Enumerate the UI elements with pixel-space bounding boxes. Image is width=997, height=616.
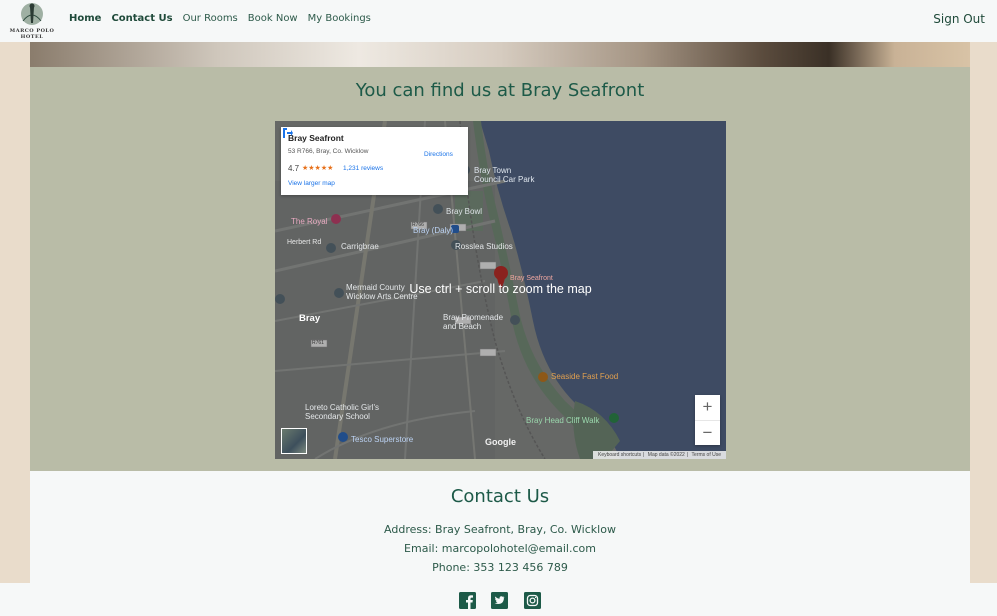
- map-attribution: Keyboard shortcuts | Map data ©2022 | Term…: [593, 451, 726, 459]
- instagram-icon[interactable]: [524, 592, 541, 609]
- nav-links: Home Contact Us Our Rooms Book Now My Bo…: [69, 13, 381, 24]
- map-label-loreto: Loreto Catholic Girl's Secondary School: [305, 403, 379, 421]
- map-label-herbert-rd: Herbert Rd: [287, 239, 322, 246]
- place-name: Bray Seafront: [288, 133, 344, 143]
- nav-link-contact-us[interactable]: Contact Us: [111, 13, 172, 24]
- map-label-promenade: Bray Promenade and Beach: [443, 313, 504, 331]
- contact-address: Address: Bray Seafront, Bray, Co. Wicklo…: [384, 523, 616, 536]
- embedded-map[interactable]: Bray Town Council Car Park The Royal Bra…: [275, 121, 726, 459]
- contact-section: Contact Us Address: Bray Seafront, Bray,…: [30, 471, 970, 583]
- rating-stars-icon: ★★★★★: [302, 165, 334, 172]
- map-label-bray-seafront: Bray Seafront: [510, 275, 553, 282]
- nav-link-my-bookings[interactable]: My Bookings: [308, 13, 371, 24]
- contact-email: Email: marcopolohotel@email.com: [404, 542, 596, 555]
- map-section-title: You can find us at Bray Seafront: [355, 80, 645, 101]
- place-rating: 4.7: [288, 164, 300, 173]
- contact-title: Contact Us: [450, 486, 550, 507]
- map-label-tesco: Tesco Superstore: [351, 435, 414, 444]
- zoom-in-button[interactable]: +: [695, 395, 720, 420]
- navbar: MARCO POLO HOTEL Home Contact Us Our Roo…: [0, 0, 997, 42]
- map-label-the-royal: The Royal: [291, 217, 328, 226]
- reviews-link[interactable]: 1,231 reviews: [343, 165, 383, 172]
- google-logo: Google: [485, 437, 516, 447]
- map-label-car-park: Bray Town Council Car Park: [474, 166, 535, 184]
- nav-link-book-now[interactable]: Book Now: [248, 13, 298, 24]
- view-larger-map-link[interactable]: View larger map: [288, 180, 335, 187]
- map-label-r761: R761: [312, 340, 324, 346]
- satellite-toggle[interactable]: [281, 428, 307, 454]
- map-section: You can find us at Bray Seafront Bray To…: [30, 67, 970, 471]
- map-info-card: Bray Seafront 53 R766, Bray, Co. Wicklow…: [281, 127, 468, 195]
- map-label-r766: R766: [412, 222, 424, 228]
- map-label-carrigbrae: Carrigbrae: [341, 242, 379, 251]
- footer: [0, 583, 997, 616]
- logo-text: MARCO POLO HOTEL: [9, 28, 55, 40]
- map-label-cliff-walk: Bray Head Cliff Walk: [526, 416, 600, 425]
- map-zoom-hint: Use ctrl + scroll to zoom the map: [409, 282, 592, 296]
- zoom-controls: + −: [695, 395, 720, 445]
- sign-out-link[interactable]: Sign Out: [933, 12, 985, 26]
- contact-phone: Phone: 353 123 456 789: [432, 561, 568, 574]
- map-data-text: Map data ©2022: [647, 452, 685, 458]
- place-address: 53 R766, Bray, Co. Wicklow: [288, 148, 369, 155]
- hotel-logo[interactable]: MARCO POLO HOTEL: [8, 1, 56, 41]
- facebook-icon[interactable]: [459, 592, 476, 609]
- map-label-rosslea: Rosslea Studios: [455, 242, 513, 251]
- zoom-out-button[interactable]: −: [695, 420, 720, 446]
- terms-of-use-link[interactable]: Terms of Use: [692, 452, 721, 458]
- map-label-seaside: Seaside Fast Food: [551, 372, 619, 381]
- directions-link[interactable]: Directions: [424, 151, 453, 158]
- keyboard-shortcuts-link[interactable]: Keyboard shortcuts: [598, 452, 641, 458]
- map-label-bray: Bray: [299, 313, 321, 324]
- twitter-icon[interactable]: [491, 592, 508, 609]
- hero-image: [30, 42, 970, 67]
- nav-link-home[interactable]: Home: [69, 13, 101, 24]
- directions-icon[interactable]: [281, 127, 293, 139]
- nav-link-our-rooms[interactable]: Our Rooms: [183, 13, 238, 24]
- map-label-bray-bowl: Bray Bowl: [446, 207, 483, 216]
